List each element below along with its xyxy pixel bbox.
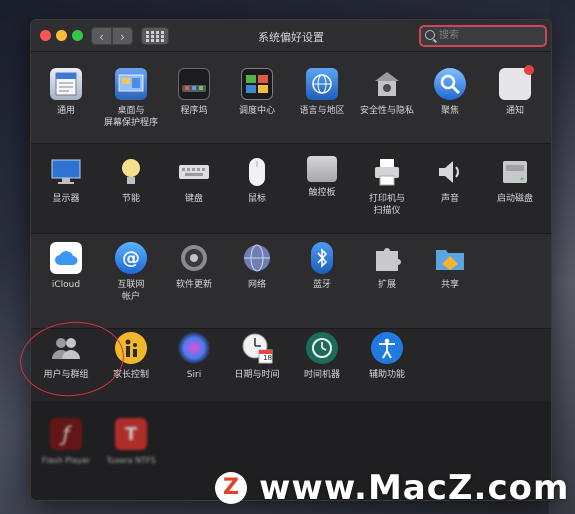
pane-extensions[interactable]: 扩展 <box>355 242 419 291</box>
dock-icon <box>178 68 210 100</box>
sound-icon <box>434 156 466 188</box>
search-placeholder: 搜索 <box>439 30 459 41</box>
pane-label: 通知 <box>505 106 524 116</box>
siri-icon <box>178 332 210 364</box>
pane-label: 网络 <box>247 280 266 290</box>
watermark-logo: Z <box>215 472 247 504</box>
pane-label: 扩展 <box>377 280 396 290</box>
pane-security-privacy[interactable]: 安全性与隐私 <box>355 68 419 117</box>
pane-label: iCloud <box>51 280 81 290</box>
pane-tuxera-ntfs[interactable]: T Tuxera NTFS <box>99 418 163 467</box>
pane-label: Siri <box>186 370 202 380</box>
software-update-icon <box>178 242 210 274</box>
pane-language-region[interactable]: 语言与地区 <box>290 68 354 117</box>
pane-icloud[interactable]: iCloud <box>34 242 98 291</box>
pane-label: 程序坞 <box>180 106 208 116</box>
pane-network[interactable]: 网络 <box>225 242 289 291</box>
pane-trackpad[interactable]: 触控板 <box>290 156 354 199</box>
pane-displays[interactable]: 显示器 <box>34 156 98 205</box>
pane-label: 安全性与隐私 <box>359 106 414 116</box>
internet-accounts-icon: @ <box>115 242 147 274</box>
system-preferences-window: ‹ › 系统偏好设置 搜索 通用 桌面与 屏幕保护程序 程序坞 调度中心 语言与… <box>30 19 552 501</box>
mission-control-icon <box>241 68 273 100</box>
pane-startup-disk[interactable]: 启动磁盘 <box>483 156 547 205</box>
pane-label: 软件更新 <box>175 280 212 290</box>
bluetooth-icon <box>311 242 333 274</box>
general-icon <box>50 68 82 100</box>
pane-label: 共享 <box>440 280 459 290</box>
pane-accessibility[interactable]: 辅助功能 <box>355 332 419 381</box>
pane-label: 启动磁盘 <box>496 194 533 204</box>
flash-player-icon: ƒ <box>50 418 82 450</box>
pane-sound[interactable]: 声音 <box>418 156 482 205</box>
pane-label: 时间机器 <box>303 370 340 380</box>
pane-time-machine[interactable]: 时间机器 <box>290 332 354 381</box>
pane-label: 日期与时间 <box>234 370 280 380</box>
startup-disk-icon <box>499 156 531 188</box>
pane-label: Flash Player <box>41 456 91 465</box>
pane-mission-control[interactable]: 调度中心 <box>225 68 289 117</box>
pane-label: 语言与地区 <box>299 106 345 116</box>
sharing-icon <box>434 242 466 274</box>
pane-sharing[interactable]: 共享 <box>418 242 482 291</box>
energy-saver-icon <box>115 156 147 188</box>
pane-date-time[interactable]: 18 日期与时间 <box>225 332 289 381</box>
pane-software-update[interactable]: 软件更新 <box>162 242 226 291</box>
pane-flash-player[interactable]: ƒ Flash Player <box>34 418 98 467</box>
pane-label: 聚焦 <box>440 106 459 116</box>
security-privacy-icon <box>371 68 403 100</box>
tuxera-ntfs-icon: T <box>115 418 147 450</box>
date-time-icon: 18 <box>241 332 273 364</box>
pane-siri[interactable]: Siri <box>162 332 226 381</box>
pane-label: 鼠标 <box>247 194 266 204</box>
pane-general[interactable]: 通用 <box>34 68 98 117</box>
notification-badge <box>524 65 534 75</box>
pane-keyboard[interactable]: 键盘 <box>162 156 226 205</box>
pane-label: 互联网 帐户 <box>117 280 145 302</box>
pane-label: 触控板 <box>308 188 336 198</box>
pane-label: 通用 <box>56 106 75 116</box>
watermark: Z www.MacZ.com <box>215 468 569 508</box>
pane-label: 调度中心 <box>238 106 275 116</box>
displays-icon <box>50 156 82 188</box>
pane-label: 节能 <box>121 194 140 204</box>
pane-label: 桌面与 屏幕保护程序 <box>103 106 158 128</box>
notifications-icon <box>499 65 534 100</box>
icloud-icon <box>50 242 82 274</box>
extensions-icon <box>371 242 403 274</box>
pane-label: 声音 <box>440 194 459 204</box>
pane-internet-accounts[interactable]: @ 互联网 帐户 <box>99 242 163 303</box>
pane-energy-saver[interactable]: 节能 <box>99 156 163 205</box>
title-bar: ‹ › 系统偏好设置 搜索 <box>31 20 551 52</box>
pane-label: 键盘 <box>184 194 203 204</box>
spotlight-icon <box>434 68 466 100</box>
pane-notifications[interactable]: 通知 <box>483 65 547 117</box>
pane-label: 蓝牙 <box>312 280 331 290</box>
desktop-screensaver-icon <box>115 68 147 100</box>
pane-dock[interactable]: 程序坞 <box>162 68 226 117</box>
calendar-day: 18 <box>263 354 272 362</box>
pane-desktop-screensaver[interactable]: 桌面与 屏幕保护程序 <box>99 68 163 129</box>
network-icon <box>241 242 273 274</box>
printers-scanners-icon <box>371 156 403 188</box>
pane-label: Tuxera NTFS <box>106 456 156 465</box>
pane-label: 显示器 <box>52 194 80 204</box>
pane-bluetooth[interactable]: 蓝牙 <box>290 242 354 291</box>
trackpad-icon <box>307 156 337 182</box>
pane-printers-scanners[interactable]: 打印机与 扫描仪 <box>355 156 419 217</box>
pane-label: 辅助功能 <box>368 370 405 380</box>
accessibility-icon <box>371 332 403 364</box>
pane-spotlight[interactable]: 聚焦 <box>418 68 482 117</box>
search-input[interactable]: 搜索 <box>419 25 547 47</box>
language-region-icon <box>306 68 338 100</box>
watermark-text: www.MacZ.com <box>259 468 570 508</box>
pane-label: 打印机与 扫描仪 <box>368 194 405 216</box>
desktop-background <box>549 0 575 514</box>
pane-mouse[interactable]: 鼠标 <box>225 156 289 205</box>
time-machine-icon <box>306 332 338 364</box>
mouse-icon <box>241 156 273 188</box>
search-icon <box>425 30 435 40</box>
keyboard-icon <box>178 156 210 188</box>
